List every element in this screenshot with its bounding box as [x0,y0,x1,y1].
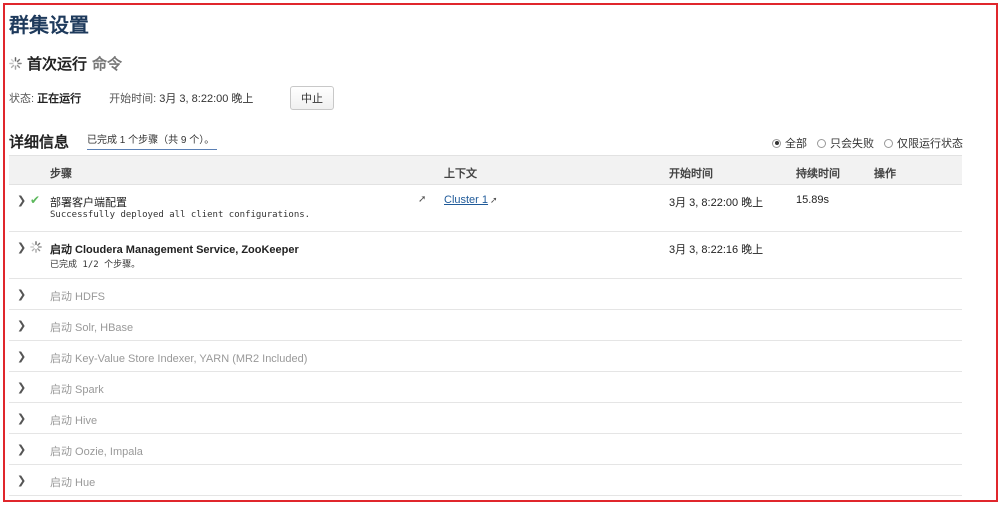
step-name: 启动 Cloudera Management Service, ZooKeepe… [50,244,299,256]
header-duration: 持续时间 [796,168,840,180]
external-link-icon[interactable]: ➚ [490,195,498,206]
filter-failed-label: 只会失败 [830,138,874,150]
header-step: 步骤 [50,168,72,180]
step-start-time: 3月 3, 8:22:16 晚上 [669,244,764,256]
header-actions: 操作 [874,168,896,180]
chevron-right-icon[interactable]: ❯ [17,474,26,487]
command-name: 首次运行 [27,56,88,73]
step-name: 启动 Hue [50,477,96,489]
page-title: 群集设置 [9,15,89,37]
status-value: 正在运行 [37,93,82,105]
step-name: 启动 Solr, HBase [50,322,134,334]
table-row: ❯ 启动 Solr, HBase [9,310,962,341]
command-suffix: 命令 [92,56,123,73]
step-name: 启动 Spark [50,384,104,396]
table-row: ❯ 启动 Oozie, Impala [9,434,962,465]
table-row: ❯ ✔ 部署客户端配置 Successfully deployed all cl… [9,185,962,232]
chevron-right-icon[interactable]: ❯ [17,288,26,301]
spinner-icon [30,241,42,253]
filter-all[interactable]: 全部 [772,135,807,151]
header-start-time: 开始时间 [669,168,713,180]
steps-table: 步骤 上下文 开始时间 持续时间 操作 ❯ ✔ 部署客户端配置 Successf… [9,155,962,496]
step-name: 启动 HDFS [50,291,105,303]
table-row: ❯ 启动 Spark [9,372,962,403]
filter-group: 全部 只会失败 仅限运行状态 [762,135,963,151]
step-name: 启动 Key-Value Store Indexer, YARN (MR2 In… [50,353,308,365]
start-time-label: 开始时间: [109,93,157,105]
table-header: 步骤 上下文 开始时间 持续时间 操作 [9,155,962,185]
table-row: ❯ 启动 Cloudera Management Service, ZooKee… [9,232,962,279]
chevron-right-icon[interactable]: ❯ [17,443,26,456]
start-time-value: 3月 3, 8:22:00 晚上 [159,93,254,105]
status-label: 状态: [9,93,35,105]
radio-icon[interactable] [772,138,781,148]
chevron-right-icon[interactable]: ❯ [17,319,26,332]
chevron-right-icon[interactable]: ❯ [17,194,26,207]
chevron-right-icon[interactable]: ❯ [17,412,26,425]
chevron-right-icon[interactable]: ❯ [17,381,26,394]
chevron-right-icon[interactable]: ❯ [17,241,26,254]
step-description: 已完成 1/2 个步骤。 [50,260,141,270]
step-description: Successfully deployed all client configu… [50,210,311,220]
radio-icon[interactable] [817,138,826,148]
filter-running-label: 仅限运行状态 [897,138,963,150]
context-link[interactable]: Cluster 1 ➚ [444,194,498,206]
abort-button[interactable]: 中止 [290,86,334,110]
header-context: 上下文 [444,168,477,180]
filter-running-only[interactable]: 仅限运行状态 [884,135,963,151]
step-name: 启动 Oozie, Impala [50,446,143,458]
table-row: ❯ 启动 Key-Value Store Indexer, YARN (MR2 … [9,341,962,372]
step-name: 部署客户端配置 [50,197,127,209]
status-line: 状态: 正在运行 开始时间: 3月 3, 8:22:00 晚上 [9,86,253,110]
context-link-text[interactable]: Cluster 1 [444,194,488,206]
filter-all-label: 全部 [785,138,807,150]
table-row: ❯ 启动 Hue [9,465,962,496]
external-link-icon[interactable]: ➚ [418,194,426,205]
chevron-right-icon[interactable]: ❯ [17,350,26,363]
step-duration: 15.89s [796,194,830,206]
details-title: 详细信息 [9,134,70,151]
filter-failed-only[interactable]: 只会失败 [817,135,874,151]
radio-icon[interactable] [884,138,893,148]
step-name: 启动 Hive [50,415,98,427]
command-heading: 首次运行 命令 [9,53,122,74]
progress-summary: 已完成 1 个步骤（共 9 个）。 [87,131,217,150]
check-icon: ✔ [30,193,41,207]
table-row: ❯ 启动 Hive [9,403,962,434]
table-row: ❯ 启动 HDFS [9,279,962,310]
step-start-time: 3月 3, 8:22:00 晚上 [669,197,764,209]
spinner-icon [9,57,22,70]
